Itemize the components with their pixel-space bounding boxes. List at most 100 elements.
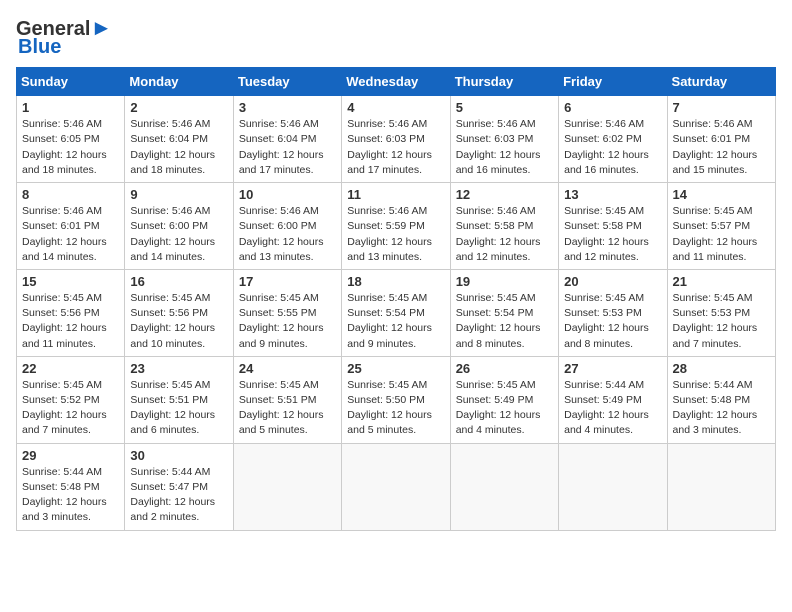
- table-row: 11 Sunrise: 5:46 AM Sunset: 5:59 PM Dayli…: [342, 183, 450, 270]
- table-row: 10 Sunrise: 5:46 AM Sunset: 6:00 PM Dayli…: [233, 183, 341, 270]
- day-number: 17: [239, 274, 336, 289]
- table-row: 8 Sunrise: 5:46 AM Sunset: 6:01 PM Daylig…: [17, 183, 125, 270]
- day-number: 24: [239, 361, 336, 376]
- day-number: 11: [347, 187, 444, 202]
- day-number: 7: [673, 100, 770, 115]
- day-number: 3: [239, 100, 336, 115]
- day-number: 19: [456, 274, 553, 289]
- table-row: [450, 443, 558, 530]
- table-row: 30 Sunrise: 5:44 AM Sunset: 5:47 PM Dayli…: [125, 443, 233, 530]
- logo: General► Blue: [16, 16, 112, 59]
- day-info: Sunrise: 5:46 AM Sunset: 6:04 PM Dayligh…: [130, 117, 227, 178]
- day-number: 14: [673, 187, 770, 202]
- day-number: 4: [347, 100, 444, 115]
- weekday-header-monday: Monday: [125, 68, 233, 96]
- day-info: Sunrise: 5:45 AM Sunset: 5:56 PM Dayligh…: [130, 291, 227, 352]
- day-info: Sunrise: 5:45 AM Sunset: 5:56 PM Dayligh…: [22, 291, 119, 352]
- table-row: 27 Sunrise: 5:44 AM Sunset: 5:49 PM Dayli…: [559, 356, 667, 443]
- day-number: 15: [22, 274, 119, 289]
- day-info: Sunrise: 5:46 AM Sunset: 6:03 PM Dayligh…: [347, 117, 444, 178]
- day-info: Sunrise: 5:45 AM Sunset: 5:53 PM Dayligh…: [673, 291, 770, 352]
- day-number: 20: [564, 274, 661, 289]
- table-row: 3 Sunrise: 5:46 AM Sunset: 6:04 PM Daylig…: [233, 96, 341, 183]
- day-info: Sunrise: 5:46 AM Sunset: 6:03 PM Dayligh…: [456, 117, 553, 178]
- weekday-header-friday: Friday: [559, 68, 667, 96]
- day-info: Sunrise: 5:46 AM Sunset: 6:05 PM Dayligh…: [22, 117, 119, 178]
- weekday-header-saturday: Saturday: [667, 68, 775, 96]
- logo-blue: Blue: [18, 36, 61, 59]
- day-info: Sunrise: 5:45 AM Sunset: 5:58 PM Dayligh…: [564, 204, 661, 265]
- weekday-header-wednesday: Wednesday: [342, 68, 450, 96]
- weekday-header-tuesday: Tuesday: [233, 68, 341, 96]
- day-number: 9: [130, 187, 227, 202]
- day-info: Sunrise: 5:45 AM Sunset: 5:55 PM Dayligh…: [239, 291, 336, 352]
- day-info: Sunrise: 5:45 AM Sunset: 5:53 PM Dayligh…: [564, 291, 661, 352]
- day-info: Sunrise: 5:46 AM Sunset: 6:01 PM Dayligh…: [673, 117, 770, 178]
- day-number: 1: [22, 100, 119, 115]
- table-row: [342, 443, 450, 530]
- day-info: Sunrise: 5:45 AM Sunset: 5:49 PM Dayligh…: [456, 378, 553, 439]
- day-number: 26: [456, 361, 553, 376]
- table-row: 13Sunrise: 5:45 AM Sunset: 5:58 PM Dayli…: [559, 183, 667, 270]
- table-row: [667, 443, 775, 530]
- table-row: 18 Sunrise: 5:45 AM Sunset: 5:54 PM Dayli…: [342, 269, 450, 356]
- table-row: 24 Sunrise: 5:45 AM Sunset: 5:51 PM Dayli…: [233, 356, 341, 443]
- table-row: 2 Sunrise: 5:46 AM Sunset: 6:04 PM Daylig…: [125, 96, 233, 183]
- table-row: 5Sunrise: 5:46 AM Sunset: 6:03 PM Daylig…: [450, 96, 558, 183]
- weekday-header-thursday: Thursday: [450, 68, 558, 96]
- day-number: 28: [673, 361, 770, 376]
- day-info: Sunrise: 5:45 AM Sunset: 5:54 PM Dayligh…: [456, 291, 553, 352]
- weekday-header-sunday: Sunday: [17, 68, 125, 96]
- day-number: 30: [130, 448, 227, 463]
- day-info: Sunrise: 5:46 AM Sunset: 6:00 PM Dayligh…: [239, 204, 336, 265]
- table-row: 14 Sunrise: 5:45 AM Sunset: 5:57 PM Dayli…: [667, 183, 775, 270]
- table-row: 12Sunrise: 5:46 AM Sunset: 5:58 PM Dayli…: [450, 183, 558, 270]
- day-info: Sunrise: 5:46 AM Sunset: 6:04 PM Dayligh…: [239, 117, 336, 178]
- day-info: Sunrise: 5:44 AM Sunset: 5:47 PM Dayligh…: [130, 465, 227, 526]
- table-row: 16 Sunrise: 5:45 AM Sunset: 5:56 PM Dayli…: [125, 269, 233, 356]
- table-row: 23 Sunrise: 5:45 AM Sunset: 5:51 PM Dayli…: [125, 356, 233, 443]
- day-number: 22: [22, 361, 119, 376]
- table-row: [559, 443, 667, 530]
- day-info: Sunrise: 5:46 AM Sunset: 6:02 PM Dayligh…: [564, 117, 661, 178]
- day-info: Sunrise: 5:46 AM Sunset: 5:58 PM Dayligh…: [456, 204, 553, 265]
- day-info: Sunrise: 5:45 AM Sunset: 5:51 PM Dayligh…: [239, 378, 336, 439]
- day-number: 8: [22, 187, 119, 202]
- day-number: 18: [347, 274, 444, 289]
- table-row: 19 Sunrise: 5:45 AM Sunset: 5:54 PM Dayli…: [450, 269, 558, 356]
- day-number: 21: [673, 274, 770, 289]
- table-row: 15 Sunrise: 5:45 AM Sunset: 5:56 PM Dayli…: [17, 269, 125, 356]
- day-info: Sunrise: 5:46 AM Sunset: 6:01 PM Dayligh…: [22, 204, 119, 265]
- table-row: 22 Sunrise: 5:45 AM Sunset: 5:52 PM Dayli…: [17, 356, 125, 443]
- day-info: Sunrise: 5:44 AM Sunset: 5:48 PM Dayligh…: [673, 378, 770, 439]
- calendar: SundayMondayTuesdayWednesdayThursdayFrid…: [16, 67, 776, 530]
- day-number: 23: [130, 361, 227, 376]
- table-row: 29 Sunrise: 5:44 AM Sunset: 5:48 PM Dayli…: [17, 443, 125, 530]
- table-row: 25 Sunrise: 5:45 AM Sunset: 5:50 PM Dayli…: [342, 356, 450, 443]
- table-row: 4 Sunrise: 5:46 AM Sunset: 6:03 PM Daylig…: [342, 96, 450, 183]
- day-info: Sunrise: 5:46 AM Sunset: 5:59 PM Dayligh…: [347, 204, 444, 265]
- day-info: Sunrise: 5:45 AM Sunset: 5:50 PM Dayligh…: [347, 378, 444, 439]
- day-number: 27: [564, 361, 661, 376]
- day-number: 2: [130, 100, 227, 115]
- day-number: 29: [22, 448, 119, 463]
- table-row: 26 Sunrise: 5:45 AM Sunset: 5:49 PM Dayli…: [450, 356, 558, 443]
- day-info: Sunrise: 5:44 AM Sunset: 5:49 PM Dayligh…: [564, 378, 661, 439]
- day-info: Sunrise: 5:44 AM Sunset: 5:48 PM Dayligh…: [22, 465, 119, 526]
- day-number: 10: [239, 187, 336, 202]
- table-row: 28 Sunrise: 5:44 AM Sunset: 5:48 PM Dayli…: [667, 356, 775, 443]
- day-info: Sunrise: 5:46 AM Sunset: 6:00 PM Dayligh…: [130, 204, 227, 265]
- table-row: 9 Sunrise: 5:46 AM Sunset: 6:00 PM Daylig…: [125, 183, 233, 270]
- table-row: 7 Sunrise: 5:46 AM Sunset: 6:01 PM Daylig…: [667, 96, 775, 183]
- table-row: [233, 443, 341, 530]
- day-info: Sunrise: 5:45 AM Sunset: 5:51 PM Dayligh…: [130, 378, 227, 439]
- day-info: Sunrise: 5:45 AM Sunset: 5:52 PM Dayligh…: [22, 378, 119, 439]
- day-number: 25: [347, 361, 444, 376]
- table-row: 21 Sunrise: 5:45 AM Sunset: 5:53 PM Dayli…: [667, 269, 775, 356]
- day-number: 6: [564, 100, 661, 115]
- table-row: 17 Sunrise: 5:45 AM Sunset: 5:55 PM Dayli…: [233, 269, 341, 356]
- day-number: 16: [130, 274, 227, 289]
- table-row: 1 Sunrise: 5:46 AM Sunset: 6:05 PM Daylig…: [17, 96, 125, 183]
- day-info: Sunrise: 5:45 AM Sunset: 5:54 PM Dayligh…: [347, 291, 444, 352]
- day-info: Sunrise: 5:45 AM Sunset: 5:57 PM Dayligh…: [673, 204, 770, 265]
